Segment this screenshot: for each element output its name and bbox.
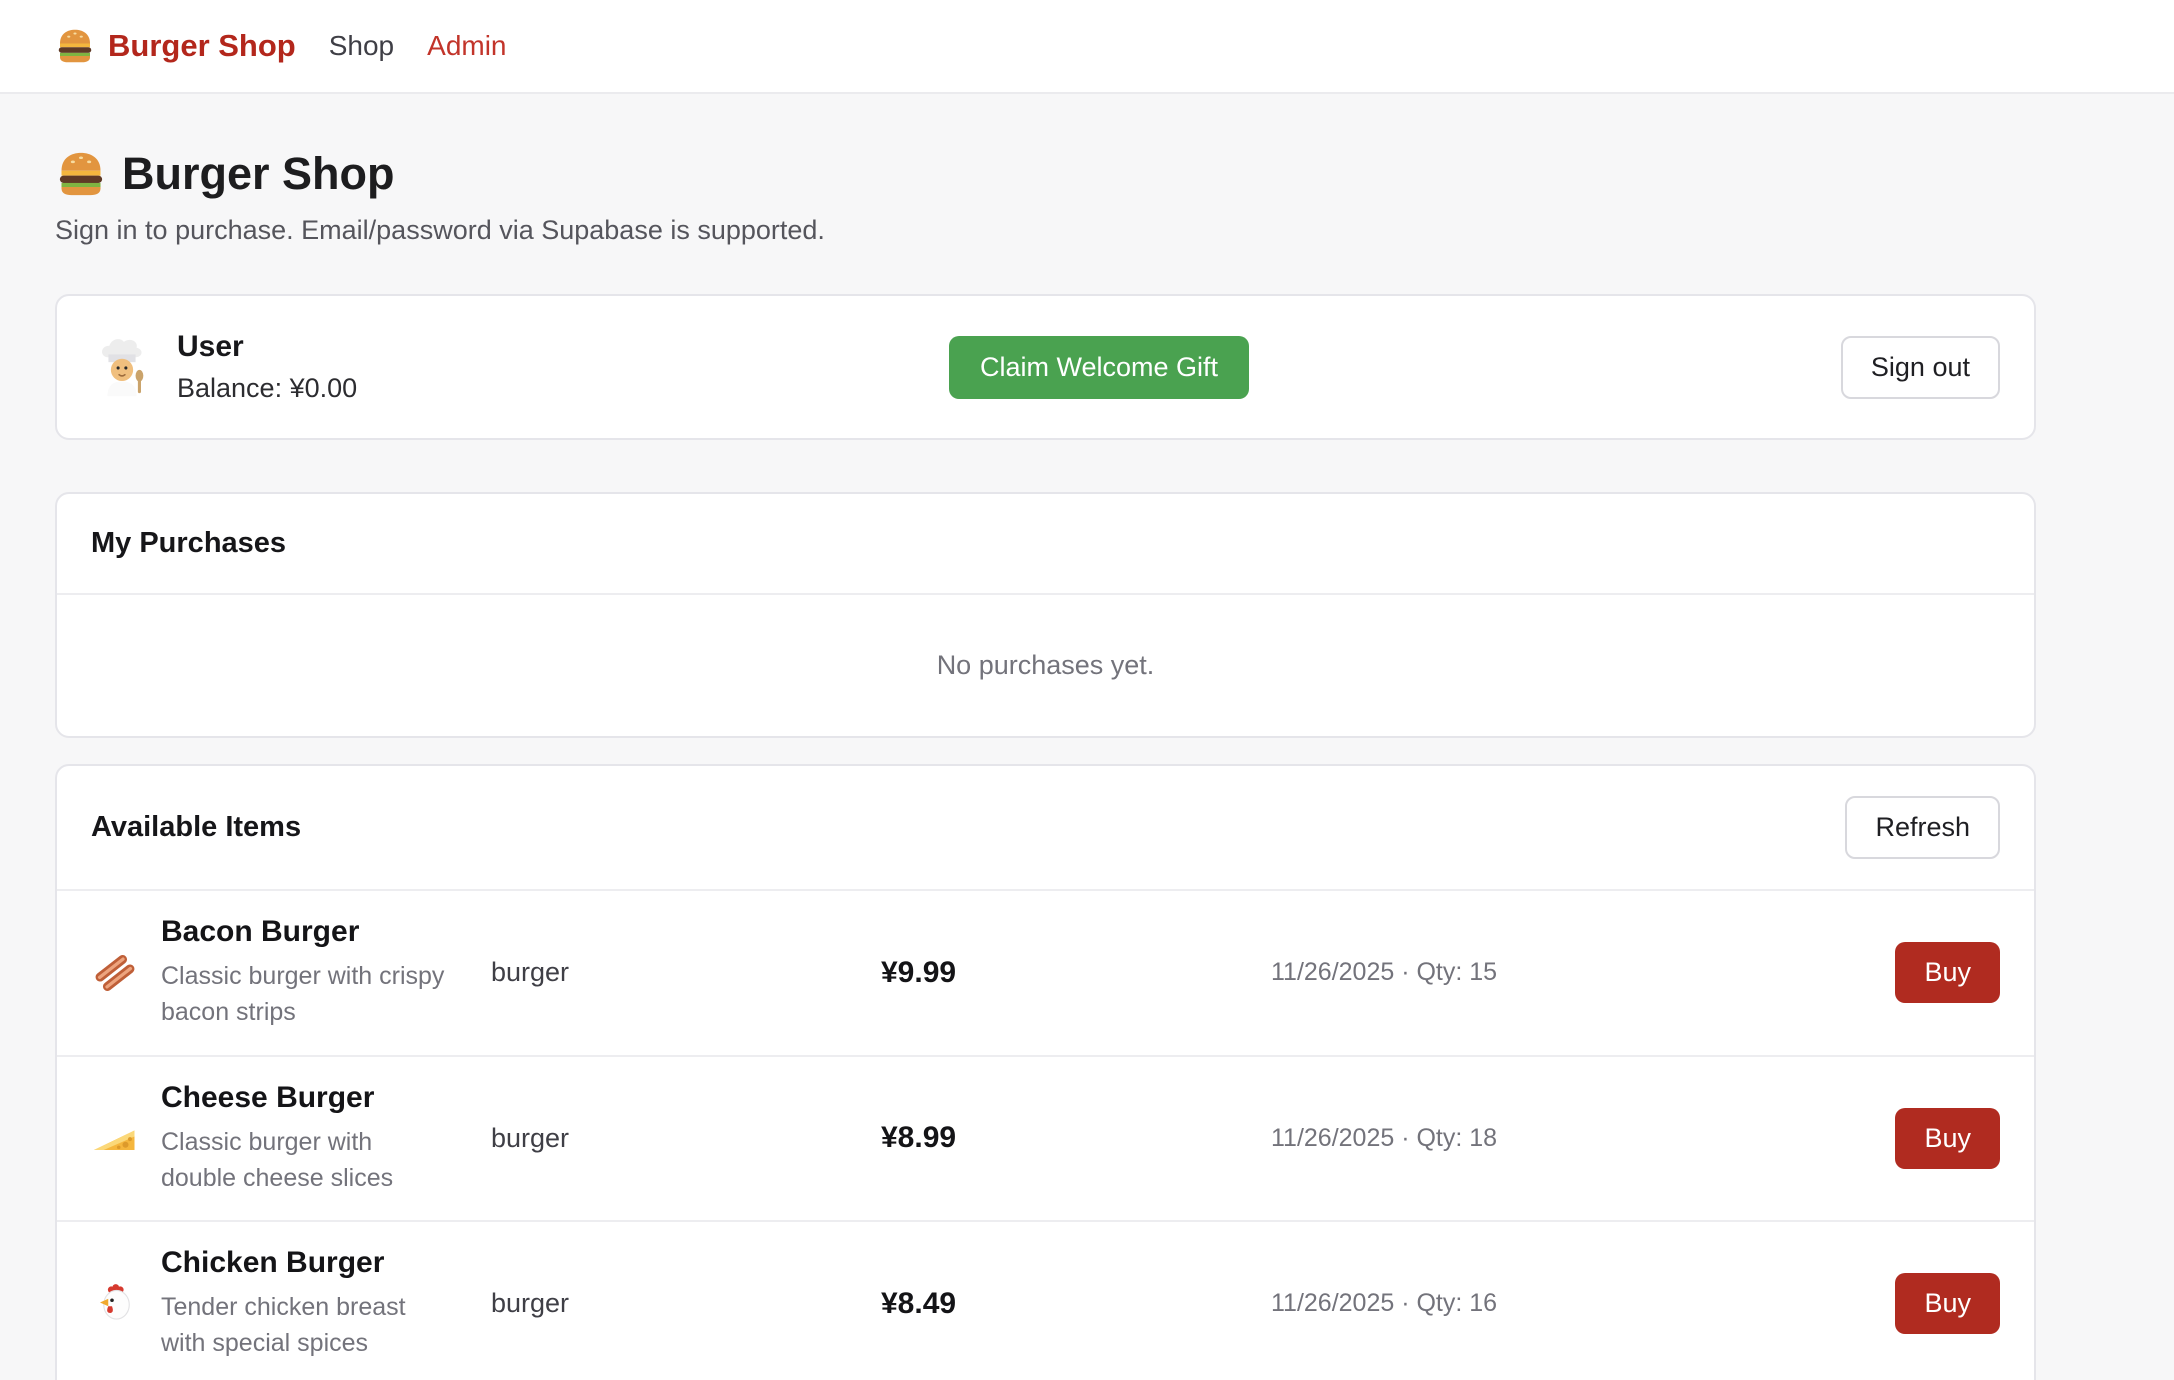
item-text: Chicken Burger Tender chicken breast wit… <box>161 1246 491 1362</box>
brand-label: Burger Shop <box>108 28 296 64</box>
user-card: User Balance: ¥0.00 Claim Welcome Gift S… <box>55 294 2036 440</box>
purchases-title: My Purchases <box>91 527 286 560</box>
user-balance: Balance: ¥0.00 <box>177 373 357 404</box>
item-date-qty: 11/26/2025 · Qty: 16 <box>1271 1289 1895 1318</box>
item-category: burger <box>491 1123 881 1154</box>
item-price: ¥8.99 <box>881 1121 1271 1155</box>
my-purchases-card: My Purchases No purchases yet. <box>55 492 2036 738</box>
item-description: Classic burger with double cheese slices <box>161 1124 476 1197</box>
brand-link[interactable]: Burger Shop <box>55 26 296 66</box>
items-title: Available Items <box>91 811 301 844</box>
item-row: Chicken Burger Tender chicken breast wit… <box>57 1220 2034 1380</box>
purchases-header: My Purchases <box>57 494 2034 593</box>
refresh-button[interactable]: Refresh <box>1845 796 2000 859</box>
item-category: burger <box>491 1288 881 1319</box>
purchases-empty-state: No purchases yet. <box>57 595 2034 736</box>
user-text: User Balance: ¥0.00 <box>177 330 357 404</box>
buy-button[interactable]: Buy <box>1895 1273 2000 1334</box>
chicken-icon <box>91 1280 161 1328</box>
available-items-card: Available Items Refresh Bacon Burger Cla… <box>55 764 2036 1380</box>
claim-welcome-gift-button[interactable]: Claim Welcome Gift <box>949 336 1249 399</box>
item-row: Cheese Burger Classic burger with double… <box>57 1055 2034 1221</box>
item-name: Cheese Burger <box>161 1081 491 1115</box>
items-list: Bacon Burger Classic burger with crispy … <box>57 889 2034 1380</box>
chef-icon <box>91 336 153 398</box>
item-name: Bacon Burger <box>161 915 491 949</box>
item-name: Chicken Burger <box>161 1246 491 1280</box>
item-price: ¥9.99 <box>881 956 1271 990</box>
nav-link-admin[interactable]: Admin <box>427 30 506 62</box>
item-text: Cheese Burger Classic burger with double… <box>161 1081 491 1197</box>
bacon-icon <box>91 949 161 997</box>
burger-icon <box>55 148 107 200</box>
buy-button[interactable]: Buy <box>1895 942 2000 1003</box>
user-name: User <box>177 330 357 364</box>
item-text: Bacon Burger Classic burger with crispy … <box>161 915 491 1031</box>
item-description: Classic burger with crispy bacon strips <box>161 958 476 1031</box>
item-date-qty: 11/26/2025 · Qty: 15 <box>1271 958 1895 987</box>
nav-link-shop[interactable]: Shop <box>329 30 394 62</box>
page-title: Burger Shop <box>55 148 2036 200</box>
top-nav: Burger Shop Shop Admin <box>0 0 2174 94</box>
cheese-icon <box>91 1114 161 1162</box>
item-date-qty: 11/26/2025 · Qty: 18 <box>1271 1124 1895 1153</box>
item-row: Bacon Burger Classic burger with crispy … <box>57 889 2034 1055</box>
burger-icon <box>55 26 95 66</box>
page-title-text: Burger Shop <box>122 148 395 200</box>
main-content: Burger Shop Sign in to purchase. Email/p… <box>55 148 2036 1380</box>
user-info: User Balance: ¥0.00 <box>91 330 357 404</box>
buy-button[interactable]: Buy <box>1895 1108 2000 1169</box>
items-header: Available Items Refresh <box>57 766 2034 889</box>
item-price: ¥8.49 <box>881 1287 1271 1321</box>
item-description: Tender chicken breast with special spice… <box>161 1289 476 1362</box>
page-subtitle: Sign in to purchase. Email/password via … <box>55 215 2036 246</box>
sign-out-button[interactable]: Sign out <box>1841 336 2000 399</box>
item-category: burger <box>491 957 881 988</box>
